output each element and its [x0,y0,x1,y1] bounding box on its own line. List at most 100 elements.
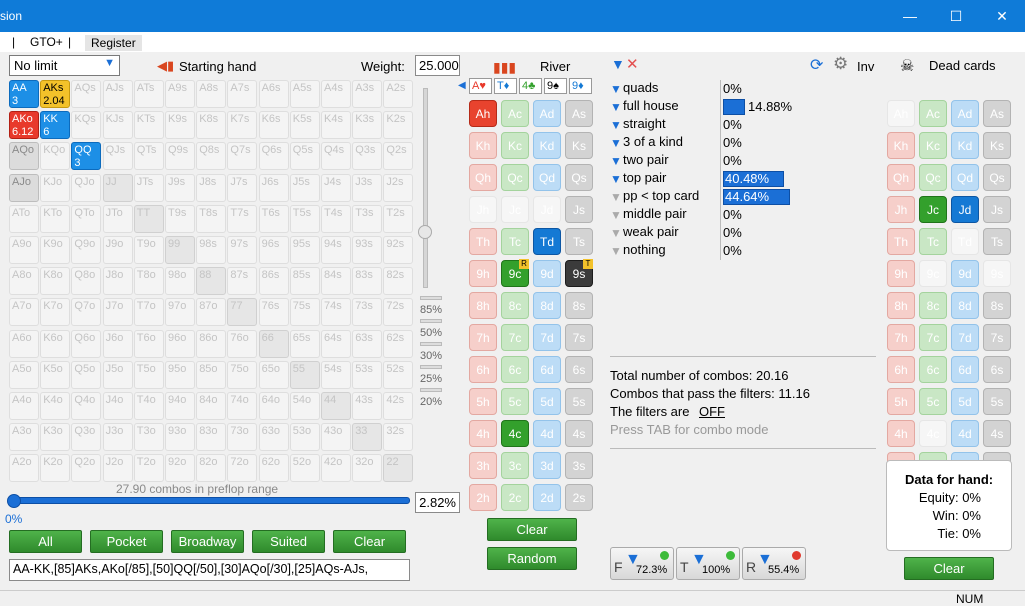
range-cell[interactable]: Q4s [321,142,351,171]
board-card[interactable]: Qs [565,164,593,191]
range-cell[interactable]: 95o [165,360,195,389]
range-string-input[interactable]: AA-KK,[85]AKs,AKo[/85],[50]QQ[/50],[30]A… [9,559,410,581]
board-card[interactable]: 8s [565,292,593,319]
dead-card[interactable]: 8h [887,292,915,319]
range-cell[interactable]: 85o [196,360,227,389]
dead-card[interactable]: Ac [919,100,947,127]
dead-card[interactable]: Ts [983,228,1011,255]
maximize-button[interactable]: ☐ [933,0,979,32]
dead-card[interactable]: 9c [919,260,947,287]
preset-mark[interactable] [420,319,442,323]
filter-funnel-icon[interactable]: ▼ [610,245,622,257]
range-cell[interactable]: 86o [196,329,227,358]
pocket-range-button[interactable]: Pocket [90,530,163,553]
board-card[interactable]: 9s T [565,259,593,287]
range-cell[interactable]: 76o [227,329,258,358]
board-card-slot[interactable]: A♥ [469,78,492,94]
board-card-slot[interactable]: 9♠ [544,78,567,94]
board-card[interactable]: 6h [469,356,497,383]
range-cell[interactable]: J5s [289,173,320,202]
game-type-select[interactable]: No limit ▼ [9,55,120,76]
board-card[interactable]: Jd [533,196,561,223]
range-cell[interactable]: JTo [102,204,133,233]
range-cell[interactable]: K3o [40,423,71,452]
range-cell[interactable]: 72o [227,454,258,483]
range-cell[interactable]: 52o [289,454,320,483]
board-card[interactable]: 7s [565,324,593,351]
dead-card[interactable]: Kc [919,132,947,159]
range-cell[interactable]: T5s [289,204,320,233]
menu-gto[interactable]: GTO+ [30,35,63,49]
filter-funnel-icon[interactable]: ▼ [610,101,622,113]
board-card[interactable]: 3s [565,452,593,479]
dead-card[interactable]: 4s [983,420,1011,447]
range-cell[interactable]: Q8o [71,267,102,296]
dead-card[interactable]: Qs [983,164,1011,191]
filter-funnel-icon[interactable]: ▼ [610,227,622,239]
dead-card[interactable]: 6d [951,356,979,383]
filter-funnel-icon[interactable]: ▼ [610,137,622,149]
range-cell[interactable]: Q7o [71,298,102,327]
board-card[interactable]: 3c [501,452,529,479]
range-cell[interactable]: Q5o [71,360,102,389]
dead-card[interactable]: Jc [919,196,947,223]
dead-card[interactable]: Jd [951,196,979,223]
board-clear-button[interactable]: Clear [487,518,577,541]
range-cell[interactable]: AQs [71,80,102,108]
range-cell[interactable]: A9o [9,236,39,264]
dead-card[interactable]: 5s [983,388,1011,415]
dead-card[interactable]: 9d [951,260,979,287]
board-random-button[interactable]: Random [487,547,577,570]
range-cell[interactable]: T9s [165,204,195,233]
range-cell[interactable]: JTs [133,173,164,202]
range-cell[interactable]: J7s [227,173,258,202]
range-cell[interactable]: 65o [258,360,289,389]
range-cell[interactable]: K5o [40,360,71,389]
range-cell[interactable]: A2o [9,454,39,483]
filter-funnel-icon[interactable]: ▼ [610,83,622,95]
range-cell[interactable]: 43s [352,392,383,420]
range-cell[interactable]: A5s [289,80,320,108]
range-cell[interactable]: A7s [227,80,258,108]
range-cell[interactable]: J7o [102,298,133,327]
street-filter-button[interactable]: T ▼ 100% [676,547,740,580]
range-cell[interactable]: KK 6 [40,111,71,140]
range-cell[interactable]: K4s [321,111,351,140]
board-card[interactable]: Kc [501,132,529,159]
starting-hand-icon[interactable]: ◀▮ [157,58,174,74]
range-cell[interactable]: AKs 2.04 [40,80,71,108]
range-cell[interactable]: A2s [383,80,414,108]
range-cell[interactable]: 85s [289,267,320,296]
range-cell[interactable]: 32o [352,454,383,483]
range-cell[interactable]: J9s [165,173,195,202]
range-cell[interactable]: T8o [133,267,164,296]
dead-card[interactable]: Th [887,228,915,255]
preset-mark[interactable] [420,388,442,392]
board-card[interactable]: 7c [501,324,529,351]
range-cell[interactable]: 96s [258,236,289,264]
board-card[interactable]: 4d [533,420,561,447]
board-card[interactable]: Kd [533,132,561,159]
range-cell[interactable]: KJs [102,111,133,140]
range-cell[interactable]: T2o [133,454,164,483]
dead-card[interactable]: 6s [983,356,1011,383]
range-cell[interactable]: K5s [289,111,320,140]
range-cell[interactable]: 96o [165,329,195,358]
board-card[interactable]: Ah [469,100,497,127]
board-card[interactable]: 4h [469,420,497,447]
range-cell[interactable]: 94o [165,392,195,420]
range-cell[interactable]: Q2o [71,454,102,483]
board-card[interactable]: Jc [501,196,529,223]
dead-card[interactable]: 7c [919,324,947,351]
range-cell[interactable]: 93s [352,236,383,264]
range-cell[interactable]: Q9o [71,236,102,264]
range-cell[interactable]: A5o [9,360,39,389]
dead-card[interactable]: 9h [887,260,915,287]
range-cell[interactable]: T3o [133,423,164,452]
range-cell[interactable]: A7o [9,298,39,327]
board-card[interactable]: 5d [533,388,561,415]
range-cell[interactable]: K8s [196,111,227,140]
range-cell[interactable]: AQo [9,142,39,171]
board-card[interactable]: Qd [533,164,561,191]
board-card[interactable]: 3h [469,452,497,479]
